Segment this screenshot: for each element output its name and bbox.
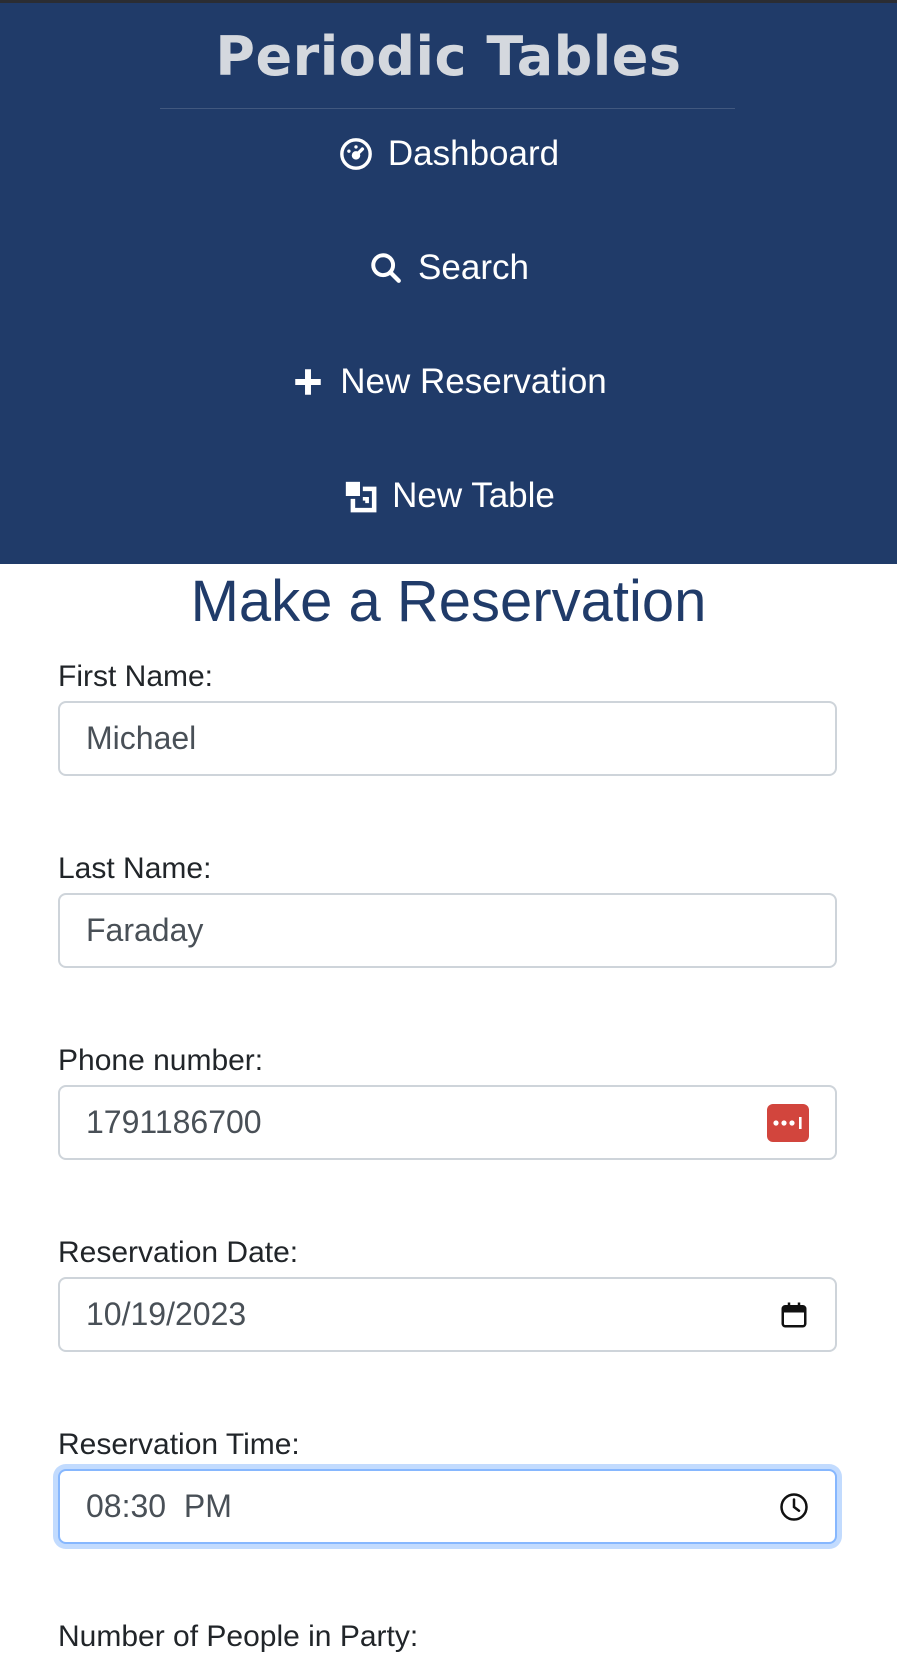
reservation-date-input[interactable]: 10/19/2023 [58,1277,837,1352]
nav-item-dashboard[interactable]: Dashboard [0,124,897,184]
nav-item-label: New Table [392,476,555,515]
nav-item-new-table[interactable]: New Table [0,466,897,526]
nav-item-label: New Reservation [340,362,607,401]
party-size-label: Number of People in Party: [58,1620,419,1653]
clock-icon[interactable] [779,1492,809,1522]
nav-item-label: Dashboard [387,134,560,173]
phone-label: Phone number: [58,1044,264,1077]
nav-item-label: Search [418,248,529,287]
last-name-input[interactable]: Faraday [58,893,837,968]
first-name-label: First Name: [58,660,214,693]
reservation-date-value: 10/19/2023 [86,1296,247,1332]
first-name-input[interactable]: Michael [58,701,837,776]
last-name-value: Faraday [86,912,204,948]
phone-value: 1791186700 [86,1104,262,1140]
top-navbar: Periodic Tables Dashboard Search New Res… [0,0,897,564]
reservation-time-label: Reservation Time: [58,1428,300,1461]
reservation-time-input[interactable]: 08:30 PM [58,1469,837,1544]
dashboard-icon [338,136,374,172]
nav-item-search[interactable]: Search [0,238,897,298]
phone-input[interactable]: 1791186700 [58,1085,837,1160]
nav-item-new-reservation[interactable]: New Reservation [0,352,897,412]
plus-icon [290,364,326,400]
last-name-label: Last Name: [58,852,212,885]
first-name-value: Michael [86,720,197,756]
layers-icon [342,478,378,514]
reservation-date-label: Reservation Date: [58,1236,299,1269]
search-icon [368,250,404,286]
reservation-time-value: 08:30 PM [86,1488,232,1524]
brand-divider [160,108,735,109]
page-title: Make a Reservation [190,569,707,634]
brand-title[interactable]: Periodic Tables [0,25,897,88]
password-manager-icon[interactable] [767,1103,809,1142]
calendar-icon[interactable] [779,1300,809,1330]
